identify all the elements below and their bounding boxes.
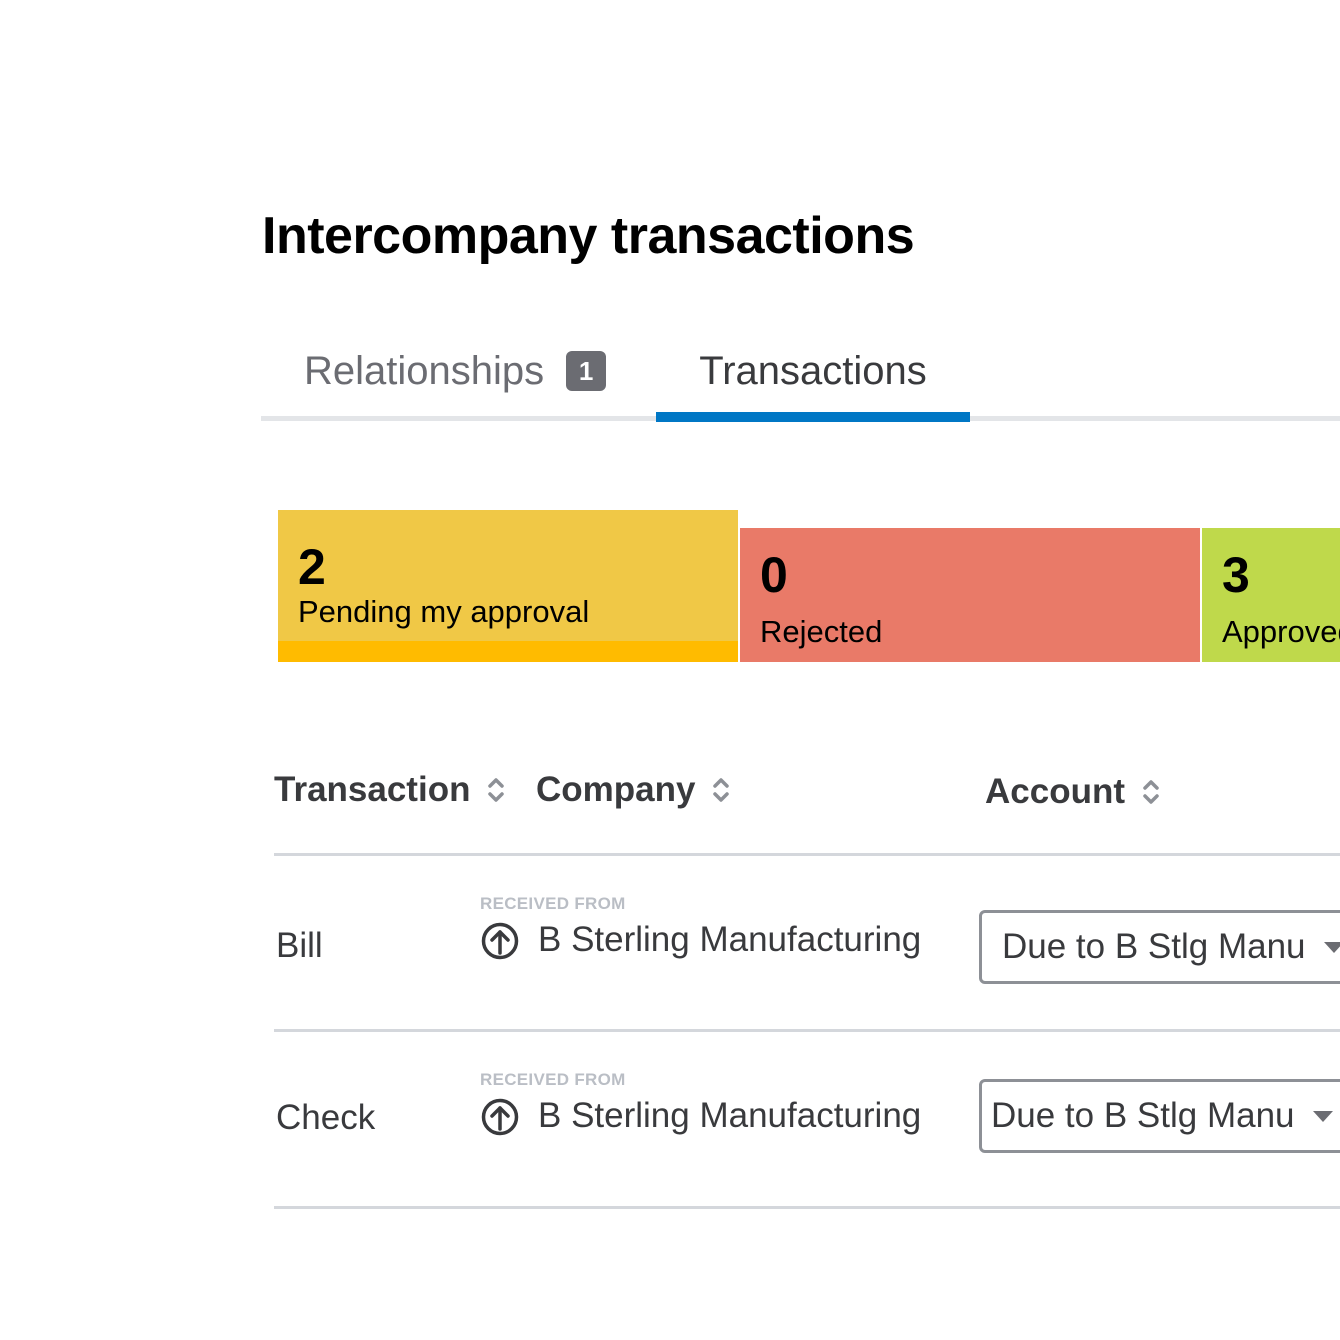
chevron-down-icon	[1323, 941, 1340, 953]
table-row[interactable]: Check RECEIVED FROM B Sterling Manufactu…	[274, 1032, 1340, 1206]
column-header-transaction-label: Transaction	[274, 770, 471, 809]
company-cell: RECEIVED FROM B Sterling Manufacturing	[480, 1070, 921, 1136]
rejected-count: 0	[760, 547, 788, 603]
column-header-company[interactable]: Company	[536, 770, 731, 810]
row-divider	[274, 1206, 1340, 1209]
pending-count: 2	[298, 539, 326, 595]
company-name: B Sterling Manufacturing	[538, 920, 922, 959]
approved-label: Approved	[1222, 614, 1340, 649]
selected-card-indicator	[278, 641, 738, 662]
column-header-account-label: Account	[985, 772, 1125, 811]
tab-transactions[interactable]: Transactions	[656, 340, 970, 422]
company-caption: RECEIVED FROM	[480, 894, 626, 913]
status-card-pending[interactable]: 2 Pending my approval	[278, 510, 738, 662]
table-row[interactable]: Bill RECEIVED FROM B Sterling Manufactur…	[274, 856, 1340, 1030]
table-header: Transaction Company Account	[274, 760, 1340, 856]
active-tab-indicator	[656, 412, 970, 422]
status-card-rejected[interactable]: 0 Rejected	[740, 528, 1200, 662]
approved-count: 3	[1222, 547, 1250, 603]
company-cell: RECEIVED FROM B Sterling Manufacturing	[480, 894, 921, 960]
transaction-type: Check	[276, 1098, 376, 1137]
status-card-approved[interactable]: 3 Approved	[1202, 528, 1340, 662]
sort-icon	[1143, 780, 1159, 804]
transaction-type: Bill	[276, 926, 323, 965]
tab-relationships[interactable]: Relationships 1	[304, 340, 607, 422]
account-select[interactable]: Due to B Stlg Manu	[979, 1079, 1340, 1153]
page-title: Intercompany transactions	[262, 207, 915, 265]
rejected-label: Rejected	[760, 614, 883, 649]
arrow-up-circle-icon	[481, 1098, 519, 1136]
sort-icon	[713, 778, 730, 802]
column-header-company-label: Company	[536, 770, 696, 809]
company-name: B Sterling Manufacturing	[538, 1096, 922, 1135]
account-select-value: Due to B Stlg Manu	[1002, 927, 1306, 966]
company-caption: RECEIVED FROM	[480, 1070, 626, 1089]
tab-relationships-label: Relationships	[304, 349, 545, 393]
column-header-transaction[interactable]: Transaction	[274, 770, 506, 810]
account-select[interactable]: Due to B Stlg Manu	[979, 910, 1340, 984]
relationships-count-badge: 1	[566, 351, 607, 391]
pending-label: Pending my approval	[298, 594, 590, 629]
tab-bar: Relationships 1 Transactions	[261, 340, 1340, 422]
column-header-account[interactable]: Account	[985, 772, 1161, 812]
sort-icon	[488, 778, 505, 802]
account-select-value: Due to B Stlg Manu	[991, 1096, 1295, 1135]
tab-transactions-label: Transactions	[699, 349, 927, 393]
chevron-down-icon	[1312, 1110, 1333, 1122]
arrow-up-circle-icon	[481, 922, 519, 960]
